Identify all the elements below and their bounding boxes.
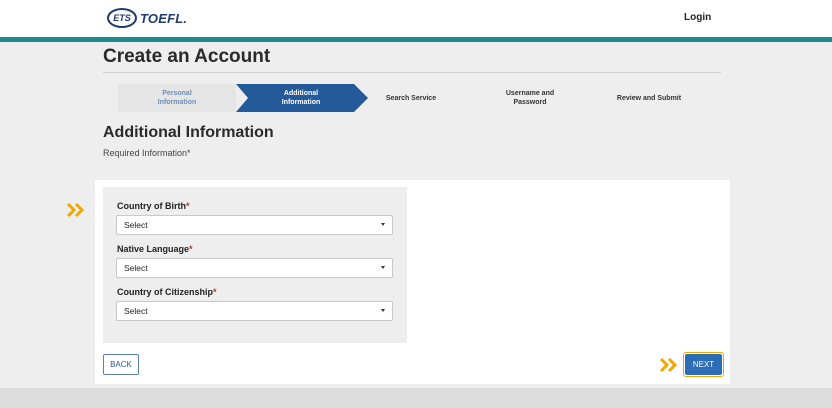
footer-band	[0, 388, 832, 408]
back-button[interactable]: BACK	[103, 354, 139, 375]
ets-logo-mark: ETS	[107, 8, 137, 28]
native-language-select[interactable]: Select	[116, 258, 393, 278]
required-asterisk: *	[189, 244, 193, 254]
step-additional-information: Additional Information	[281, 90, 321, 106]
step-username-and-password: Username and Password	[505, 90, 555, 106]
required-asterisk: *	[186, 201, 190, 211]
dropdown-caret-icon	[381, 223, 385, 226]
login-link[interactable]: Login	[684, 12, 711, 23]
title-divider	[103, 72, 721, 73]
step-search-service: Search Service	[385, 94, 437, 102]
page-title: Create an Account	[103, 46, 271, 67]
toefl-logo-text: TOEFL.	[140, 10, 188, 26]
next-button-focus-ring: NEXT	[683, 352, 724, 377]
dropdown-caret-icon	[381, 266, 385, 269]
country-of-citizenship-label: Country of Citizenship*	[117, 287, 217, 297]
dropdown-caret-icon	[381, 309, 385, 312]
ets-toefl-logo[interactable]: ETS TOEFL.	[107, 7, 187, 29]
step-review-and-submit: Review and Submit	[616, 94, 682, 102]
double-chevron-right-icon	[659, 357, 678, 373]
native-language-label: Native Language*	[117, 244, 193, 254]
country-of-citizenship-select[interactable]: Select	[116, 301, 393, 321]
next-button[interactable]: NEXT	[685, 354, 722, 375]
step-personal-information: Personal Information	[118, 84, 236, 112]
required-asterisk: *	[213, 287, 217, 297]
country-of-birth-select[interactable]: Select	[116, 215, 393, 235]
progress-stepper: Personal Information Additional Informatio…	[118, 84, 716, 112]
required-info-note: Required Information*	[103, 148, 191, 158]
section-title: Additional Information	[103, 124, 274, 141]
country-of-birth-label: Country of Birth*	[117, 201, 190, 211]
double-chevron-right-icon	[66, 202, 85, 218]
top-header: ETS TOEFL. Login	[0, 0, 832, 37]
